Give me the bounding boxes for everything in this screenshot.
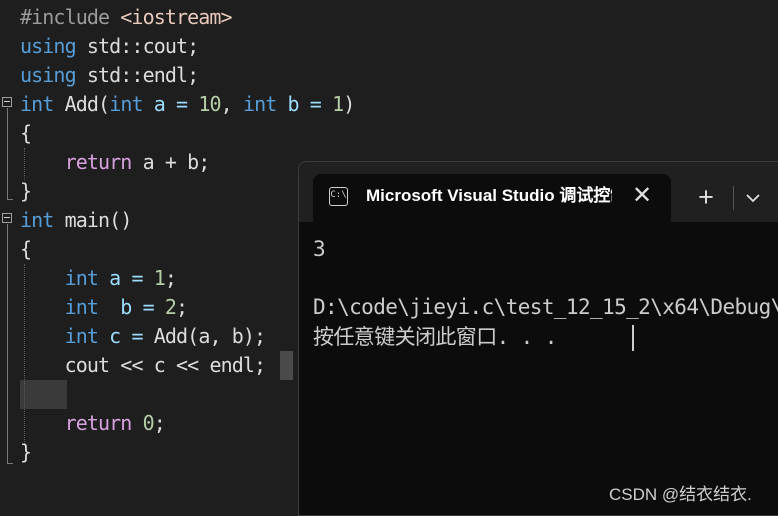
code-token: 1 (153, 266, 166, 290)
console-cursor (632, 325, 634, 351)
code-line[interactable]: int Add(int a = 10, int b = 1) (20, 90, 355, 119)
code-token: ; (153, 411, 166, 435)
code-token: int (109, 92, 143, 116)
code-token: { (20, 121, 32, 145)
close-icon[interactable]: ✕ (628, 182, 656, 210)
code-token: ; (187, 34, 199, 58)
code-token: Add (64, 92, 99, 116)
code-line[interactable]: { (20, 235, 32, 264)
code-token: std:: (75, 34, 144, 58)
code-token: a = (142, 92, 199, 116)
code-line[interactable]: using std::endl; (20, 61, 199, 90)
code-line[interactable]: #include <iostream> (20, 3, 233, 32)
code-token: std:: (75, 63, 144, 87)
code-line[interactable]: { (20, 119, 32, 148)
fold-toggle-add[interactable] (2, 97, 12, 107)
code-token: return (64, 411, 133, 435)
code-token: ) (343, 92, 355, 116)
code-line[interactable]: int b = 2; (20, 293, 189, 322)
code-token: endl (142, 63, 188, 87)
code-token: main (64, 208, 110, 232)
fold-range-main (7, 224, 8, 464)
code-token: int (64, 295, 99, 319)
debug-console-window[interactable]: C:\ Microsoft Visual Studio 调试控制台 ✕ + 3 … (298, 161, 778, 516)
code-token: { (20, 237, 32, 261)
code-token: return (64, 150, 133, 174)
code-token: b = (98, 295, 165, 319)
console-output-line: 3 (313, 237, 326, 261)
terminal-tab[interactable]: C:\ Microsoft Visual Studio 调试控制台 ✕ (313, 174, 671, 222)
code-token: cout (142, 34, 188, 58)
fold-end-add (7, 199, 13, 200)
code-token: int (64, 266, 99, 290)
code-token: a + b; (131, 150, 211, 174)
code-token: 10 (198, 92, 221, 116)
code-line[interactable]: cout << c << endl; (20, 351, 267, 380)
code-token: int (20, 92, 54, 116)
code-token: 2 (164, 295, 177, 319)
code-line[interactable]: int main() (20, 206, 132, 235)
code-token: int (242, 92, 277, 116)
code-token: c = (98, 324, 154, 348)
code-token: <iostream> (120, 5, 232, 29)
terminal-tab-bar: C:\ Microsoft Visual Studio 调试控制台 ✕ + (299, 162, 778, 222)
code-token: ( (98, 92, 110, 116)
tab-separator (733, 186, 734, 210)
code-token: << c << (109, 353, 210, 377)
code-token: () (109, 208, 132, 232)
code-token: using (20, 63, 77, 87)
code-token: b = (276, 92, 333, 116)
current-line-highlight (20, 380, 67, 409)
terminal-icon: C:\ (329, 187, 348, 206)
code-token: ; (164, 266, 177, 290)
code-token: a = (98, 266, 154, 290)
code-line[interactable]: int c = Add(a, b); (20, 322, 266, 351)
code-token: int (20, 208, 54, 232)
code-line[interactable]: int a = 1; (20, 264, 177, 293)
fold-end-main (7, 463, 13, 464)
code-line[interactable]: using std::cout; (20, 32, 199, 61)
code-token: (a, b); (187, 324, 266, 348)
tab-title: Microsoft Visual Studio 调试控制台 (366, 186, 612, 205)
new-tab-button[interactable]: + (693, 184, 719, 212)
console-output-line: D:\code\jieyi.c\test_12_15_2\x64\Debug\t… (313, 295, 778, 319)
code-token: } (20, 440, 32, 464)
fold-toggle-main[interactable] (2, 213, 12, 223)
code-token: ; (187, 63, 199, 87)
code-token: } (20, 179, 32, 203)
text-cursor (280, 351, 293, 380)
code-token: Add (153, 324, 188, 348)
code-token: ; (254, 353, 266, 377)
code-token: 1 (332, 92, 344, 116)
code-line[interactable]: } (20, 177, 32, 206)
code-token: cout (64, 353, 110, 377)
code-token: 0 (142, 411, 155, 435)
chevron-down-icon[interactable] (743, 186, 763, 210)
code-line[interactable]: return 0; (20, 409, 166, 438)
code-line[interactable]: return a + b; (20, 148, 211, 177)
code-token: endl (209, 353, 255, 377)
fold-range-add (7, 108, 8, 200)
code-token: , (220, 92, 243, 116)
code-token: ; (176, 295, 188, 319)
code-token: using (20, 34, 77, 58)
code-token: #include (20, 5, 121, 29)
console-output-line: 按任意键关闭此窗口. . . (313, 325, 557, 349)
watermark: CSDN @结衣结衣. (609, 485, 752, 504)
code-token: int (64, 324, 99, 348)
code-line[interactable]: } (20, 438, 32, 467)
